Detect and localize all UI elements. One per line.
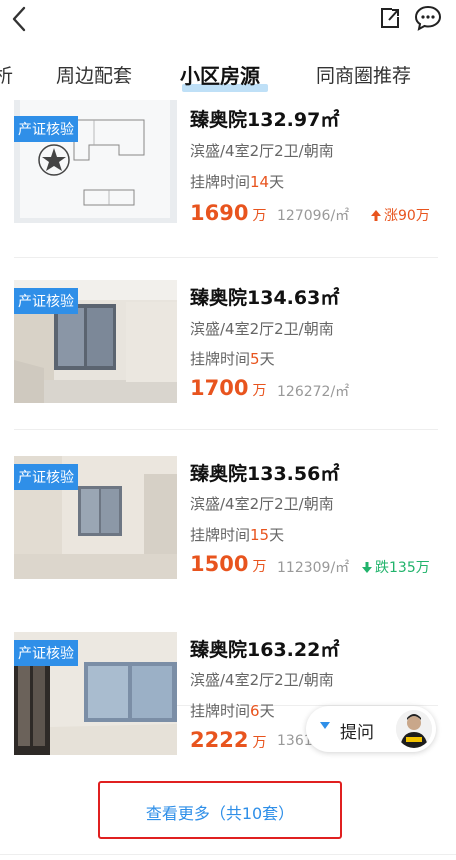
ask-label: 提问 <box>340 723 374 743</box>
tab-community-listings[interactable]: 小区房源 <box>180 60 260 89</box>
view-more-button[interactable]: 查看更多（共10套） <box>98 781 342 839</box>
listing-unit-price: 127096/㎡ <box>277 208 350 224</box>
listing-days: 挂牌时间15天 <box>190 526 285 544</box>
listing-title: 臻奥院163.22㎡ <box>190 639 340 661</box>
tab-surroundings[interactable]: 周边配套 <box>56 61 132 88</box>
listing-price: 2222 万 <box>190 728 267 752</box>
listing-spec: 滨盛/4室2厅2卫/朝南 <box>190 142 334 160</box>
listing-title: 臻奥院134.63㎡ <box>190 287 340 309</box>
listing-spec: 滨盛/4室2厅2卫/朝南 <box>190 320 334 338</box>
divider <box>14 257 438 258</box>
price-change-down: 跌135万 <box>362 557 430 577</box>
chat-bubble-icon <box>414 5 442 31</box>
listing-title: 臻奥院133.56㎡ <box>190 463 340 485</box>
listing-price: 1690 万 <box>190 201 267 225</box>
chat-button[interactable] <box>414 5 442 31</box>
listing-days: 挂牌时间14天 <box>190 173 285 191</box>
listing-price: 1700 万 <box>190 376 267 400</box>
tab-analysis[interactable]: 析 <box>0 61 13 88</box>
listing-item[interactable]: 产证核验 臻奥院134.63㎡ 滨盛/4室2厅2卫/朝南 挂牌时间5天 1700… <box>0 276 456 452</box>
ask-question-button[interactable]: 提问 <box>306 706 436 752</box>
listing-item[interactable]: 产证核验 臻奥院133.56㎡ 滨盛/4室2厅2卫/朝南 挂牌时间15天 150… <box>0 452 456 706</box>
floorplan-image: 产证核验 <box>14 100 177 223</box>
share-icon <box>381 8 399 28</box>
share-button[interactable] <box>378 6 402 30</box>
listing-price: 1500 万 <box>190 552 267 576</box>
agent-avatar <box>396 710 432 748</box>
view-more-label: 查看更多（共10套） <box>145 804 295 823</box>
verified-badge: 产证核验 <box>14 116 78 142</box>
listing-spec: 滨盛/4室2厅2卫/朝南 <box>190 495 334 513</box>
back-button[interactable] <box>6 4 34 34</box>
tab-same-area[interactable]: 同商圈推荐 <box>316 61 411 88</box>
listing-unit-price: 126272/㎡ <box>277 384 350 400</box>
chevron-left-icon <box>12 6 26 32</box>
listing-unit-price: 112309/㎡ <box>277 560 350 576</box>
verified-badge: 产证核验 <box>14 464 78 490</box>
arrow-down-icon <box>362 562 372 573</box>
verified-badge: 产证核验 <box>14 640 78 666</box>
price-change-up: 涨90万 <box>371 205 430 225</box>
listing-item[interactable]: 产证核验 臻奥院132.97㎡ 滨盛/4室2厅2卫/朝南 挂牌时间14天 169… <box>0 100 456 276</box>
listing-photo: 产证核验 <box>14 280 177 403</box>
caret-down-icon <box>320 722 330 729</box>
listing-spec: 滨盛/4室2厅2卫/朝南 <box>190 671 334 689</box>
listing-days: 挂牌时间6天 <box>190 702 275 720</box>
listing-title: 臻奥院132.97㎡ <box>190 109 340 131</box>
listing-photo: 产证核验 <box>14 632 177 755</box>
listing-photo: 产证核验 <box>14 456 177 579</box>
listing-days: 挂牌时间5天 <box>190 350 275 368</box>
divider <box>0 854 456 855</box>
tab-bar: 析 周边配套 小区房源 同商圈推荐 <box>0 55 456 97</box>
divider <box>14 429 438 430</box>
verified-badge: 产证核验 <box>14 288 78 314</box>
top-bar <box>0 0 456 40</box>
arrow-up-icon <box>371 210 381 221</box>
